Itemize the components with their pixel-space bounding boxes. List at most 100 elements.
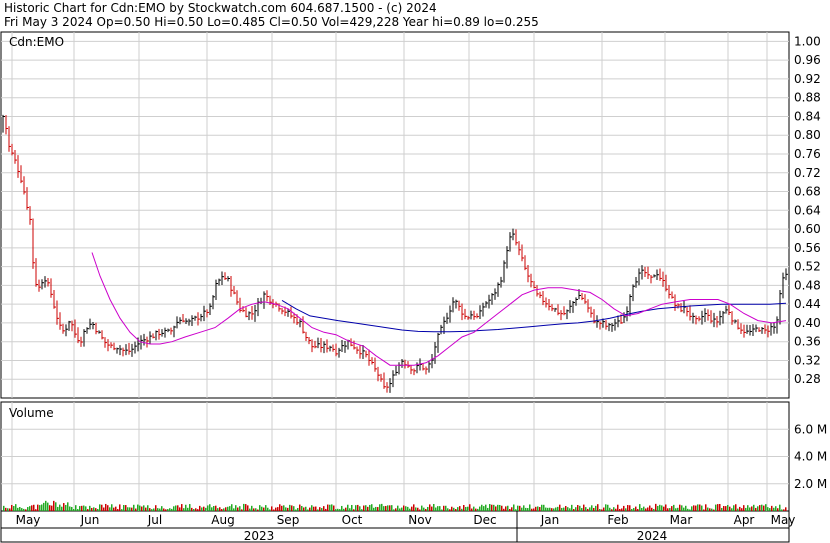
volume-bar (733, 505, 735, 511)
volume-bar (447, 508, 449, 511)
volume-bar (353, 509, 355, 511)
volume-bar (571, 504, 573, 511)
volume-bar (507, 505, 509, 511)
month-label: Dec (473, 513, 496, 527)
volume-bar (329, 504, 331, 511)
volume-bar (495, 506, 497, 511)
volume-bar (395, 508, 397, 511)
volume-bar (397, 505, 399, 511)
volume-bar (175, 505, 177, 511)
volume-tick-label: 6.0 M (794, 422, 827, 436)
volume-bar (781, 509, 783, 511)
volume-bar (385, 505, 387, 511)
volume-bar (669, 508, 671, 511)
volume-bar (595, 505, 597, 511)
volume-bar (347, 504, 349, 511)
volume-bar (551, 508, 553, 511)
volume-bar (27, 507, 29, 511)
volume-bar (73, 509, 75, 511)
volume-bar (523, 505, 525, 511)
volume-bar (599, 508, 601, 511)
volume-bar (275, 507, 277, 511)
volume-bar (231, 504, 233, 511)
volume-bar (25, 509, 27, 511)
volume-bar (499, 504, 501, 511)
volume-bar (439, 506, 441, 511)
volume-bar (407, 506, 409, 511)
volume-bar (219, 507, 221, 511)
volume-bar (769, 508, 771, 511)
volume-bar (5, 507, 7, 511)
volume-bar (249, 508, 251, 511)
volume-bar (471, 508, 473, 511)
volume-bar (585, 507, 587, 511)
volume-bar (761, 504, 763, 511)
volume-bar (711, 508, 713, 511)
volume-bar (199, 505, 201, 511)
volume-bar (435, 507, 437, 511)
volume-bar (57, 506, 59, 511)
volume-bar (349, 508, 351, 511)
volume-bar (241, 509, 243, 511)
volume-bar (421, 505, 423, 511)
month-label: Aug (211, 513, 234, 527)
volume-bar (265, 505, 267, 511)
volume-bar (137, 504, 139, 511)
volume-bar (391, 505, 393, 511)
volume-bar (291, 505, 293, 511)
volume-bar (685, 505, 687, 511)
volume-bar (603, 507, 605, 511)
volume-bar (233, 508, 235, 511)
volume-bar (259, 505, 261, 511)
volume-bar (343, 508, 345, 511)
volume-bar (277, 507, 279, 511)
volume-bar (547, 507, 549, 511)
volume-bar (49, 505, 51, 511)
volume-bar (515, 509, 517, 511)
volume-bar (157, 508, 159, 511)
volume-bar (267, 507, 269, 511)
volume-bar (287, 507, 289, 511)
volume-bar (109, 507, 111, 511)
volume-bar (351, 504, 353, 511)
volume-bar (227, 506, 229, 511)
price-panel-label: Cdn:EMO (9, 35, 64, 49)
volume-bar (583, 504, 585, 511)
volume-bar (279, 504, 281, 511)
volume-bar (119, 504, 121, 511)
volume-bar (161, 506, 163, 511)
month-label: Mar (670, 513, 693, 527)
volume-bar (341, 505, 343, 511)
volume-bar (525, 507, 527, 511)
volume-bar (491, 504, 493, 511)
volume-bar (69, 506, 71, 511)
volume-bar (15, 504, 17, 511)
volume-bar (129, 507, 131, 511)
volume-bar (749, 507, 751, 511)
volume-bar (549, 507, 551, 511)
volume-bar (721, 507, 723, 511)
year-label: 2023 (244, 529, 275, 543)
volume-bar (589, 507, 591, 511)
volume-bar (31, 505, 33, 511)
volume-bar (605, 504, 607, 511)
volume-bar (713, 509, 715, 511)
volume-bar (437, 506, 439, 511)
volume-bar (403, 505, 405, 511)
volume-bar (29, 506, 31, 511)
volume-bar (451, 506, 453, 511)
volume-bar (699, 504, 701, 511)
volume-bar (61, 506, 63, 511)
volume-bar (413, 504, 415, 511)
volume-bar (609, 507, 611, 511)
volume-bar (653, 508, 655, 511)
volume-bar (3, 505, 5, 511)
volume-bar (147, 505, 149, 511)
volume-bar (739, 506, 741, 511)
volume-bar (345, 507, 347, 511)
volume-bar (643, 506, 645, 511)
volume-bar (651, 507, 653, 511)
volume-bar (755, 507, 757, 511)
volume-bar (505, 506, 507, 511)
volume-bar (261, 506, 263, 511)
